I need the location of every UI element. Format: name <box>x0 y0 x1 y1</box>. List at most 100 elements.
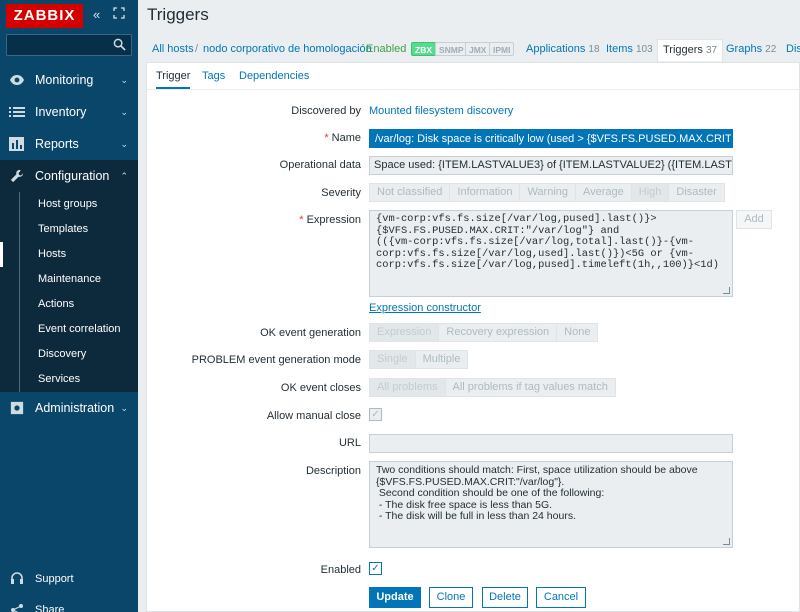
menu-item-inventory[interactable]: Inventory ⌄ <box>0 96 138 128</box>
name-label: * Name <box>324 132 361 144</box>
severity-disaster[interactable]: Disaster <box>668 183 725 202</box>
tree-line <box>19 317 20 342</box>
chevron-down-icon: ⌄ <box>120 139 128 149</box>
submenu-label: Maintenance <box>38 273 101 285</box>
menu-item-configuration[interactable]: Configuration ⌃ <box>0 160 138 192</box>
menu-label: Configuration <box>35 169 110 183</box>
ok-generation-none[interactable]: None <box>556 323 599 342</box>
triggers-count: 37 <box>706 45 718 56</box>
problem-mode-selector: Single Multiple <box>369 350 469 369</box>
manual-close-checkbox[interactable]: ✓ <box>369 408 382 421</box>
tab-tags[interactable]: Tags <box>202 70 225 82</box>
ok-generation-recovery-expression[interactable]: Recovery expression <box>438 323 558 342</box>
required-asterisk: * <box>299 214 307 226</box>
menu-item-reports[interactable]: Reports ⌄ <box>0 128 138 160</box>
share-link[interactable]: Share <box>0 595 138 612</box>
tab-dependencies[interactable]: Dependencies <box>239 70 309 82</box>
problem-mode-multiple[interactable]: Multiple <box>414 350 469 369</box>
breadcrumb-all-hosts[interactable]: All hosts <box>152 43 194 55</box>
submenu-item-hosts[interactable]: Hosts <box>0 242 138 267</box>
url-field[interactable] <box>369 434 733 453</box>
enabled-checkbox[interactable]: ✓ <box>369 562 382 575</box>
breadcrumb-host[interactable]: nodo corporativo de homologación <box>203 43 372 55</box>
host-status-enabled[interactable]: Enabled <box>366 43 406 55</box>
breadcrumb-graphs[interactable]: Graphs 22 <box>726 43 776 55</box>
submenu-item-event-correlation[interactable]: Event correlation <box>0 317 138 342</box>
sidebar: ZABBIX « Monitoring ⌄ Inventory ⌄ Report… <box>0 0 138 612</box>
submenu-item-services[interactable]: Services <box>0 367 138 392</box>
closes-all-problems[interactable]: All problems <box>369 378 446 397</box>
update-button[interactable]: Update <box>369 587 421 608</box>
breadcrumb-applications[interactable]: Applications 18 <box>526 43 600 55</box>
graphs-label: Graphs <box>726 43 763 55</box>
zabbix-logo[interactable]: ZABBIX <box>6 4 83 28</box>
cancel-button[interactable]: Cancel <box>536 587 586 608</box>
expression-label-text: Expression <box>306 214 361 226</box>
main-menu: Monitoring ⌄ Inventory ⌄ Reports ⌄ Confi… <box>0 64 138 424</box>
menu-label: Reports <box>35 137 79 151</box>
breadcrumb-discovery[interactable]: Dis <box>786 43 800 55</box>
submenu-item-templates[interactable]: Templates <box>0 217 138 242</box>
search-icon[interactable] <box>113 38 126 51</box>
triggers-label: Triggers <box>663 44 703 56</box>
tree-line <box>19 217 20 242</box>
double-chevron-left-icon[interactable]: « <box>93 7 100 22</box>
expression-constructor-link[interactable]: Expression constructor <box>369 302 481 314</box>
problem-mode-single[interactable]: Single <box>369 350 416 369</box>
submenu-label: Hosts <box>38 248 67 260</box>
eye-icon <box>10 75 24 85</box>
submenu-item-actions[interactable]: Actions <box>0 292 138 317</box>
resize-handle-icon[interactable] <box>723 538 730 545</box>
page-title: Triggers <box>147 5 209 24</box>
severity-warning[interactable]: Warning <box>519 183 577 202</box>
share-icon <box>11 604 23 612</box>
discovered-by-link[interactable]: Mounted filesystem discovery <box>369 105 513 117</box>
submenu-item-discovery[interactable]: Discovery <box>0 342 138 367</box>
items-label: Items <box>606 43 633 55</box>
operational-data-field[interactable]: Space used: {ITEM.LASTVALUE3} of {ITEM.L… <box>369 156 733 175</box>
closes-if-tag-values-match[interactable]: All problems if tag values match <box>444 378 616 397</box>
resize-handle-icon[interactable] <box>723 287 730 294</box>
expression-text: {vm-corp:vfs.fs.size[/var/log,pused].las… <box>376 213 719 271</box>
headset-icon <box>11 572 23 584</box>
menu-label: Administration <box>35 401 115 415</box>
severity-average[interactable]: Average <box>575 183 632 202</box>
menu-item-monitoring[interactable]: Monitoring ⌄ <box>0 64 138 96</box>
tab-trigger[interactable]: Trigger <box>156 70 191 89</box>
graphs-count: 22 <box>765 44 777 55</box>
name-field[interactable]: /var/log: Disk space is critically low (… <box>369 129 733 148</box>
required-asterisk: * <box>324 132 332 144</box>
submenu-label: Services <box>38 373 81 385</box>
availability-jmx-badge: JMX <box>465 42 491 56</box>
expression-add-button[interactable]: Add <box>736 210 772 229</box>
sidebar-search-input[interactable] <box>6 34 132 56</box>
expression-textarea[interactable]: {vm-corp:vfs.fs.size[/var/log,pused].las… <box>369 210 733 297</box>
severity-high[interactable]: High <box>630 183 670 202</box>
expand-icon[interactable] <box>113 7 125 22</box>
share-label: Share <box>35 604 65 612</box>
expression-label: * Expression <box>299 214 361 226</box>
bar-chart-icon <box>9 137 24 151</box>
tree-line <box>19 192 20 217</box>
severity-not-classified[interactable]: Not classified <box>369 183 451 202</box>
clone-button[interactable]: Clone <box>429 587 473 608</box>
menu-label: Inventory <box>35 105 87 119</box>
problem-mode-label: PROBLEM event generation mode <box>191 354 361 366</box>
delete-button[interactable]: Delete <box>482 587 528 608</box>
support-label: Support <box>35 573 74 585</box>
submenu-item-maintenance[interactable]: Maintenance <box>0 267 138 292</box>
tree-line <box>19 367 20 392</box>
breadcrumb-items[interactable]: Items 103 <box>606 43 653 55</box>
availability-snmp-badge: SNMP <box>435 42 468 56</box>
menu-item-administration[interactable]: Administration ⌄ <box>0 392 138 424</box>
description-textarea[interactable]: Two conditions should match: First, spac… <box>369 461 733 548</box>
applications-label: Applications <box>526 43 586 55</box>
breadcrumb-triggers[interactable]: Triggers 37 <box>657 39 724 61</box>
severity-information[interactable]: Information <box>449 183 521 202</box>
applications-count: 18 <box>588 44 600 55</box>
ok-generation-expression[interactable]: Expression <box>369 323 440 342</box>
availability-zbx-badge: ZBX <box>411 42 436 56</box>
trigger-form: Trigger Tags Dependencies Discovered by … <box>146 62 800 612</box>
submenu-item-host-groups[interactable]: Host groups <box>0 192 138 217</box>
support-link[interactable]: Support <box>0 564 138 594</box>
